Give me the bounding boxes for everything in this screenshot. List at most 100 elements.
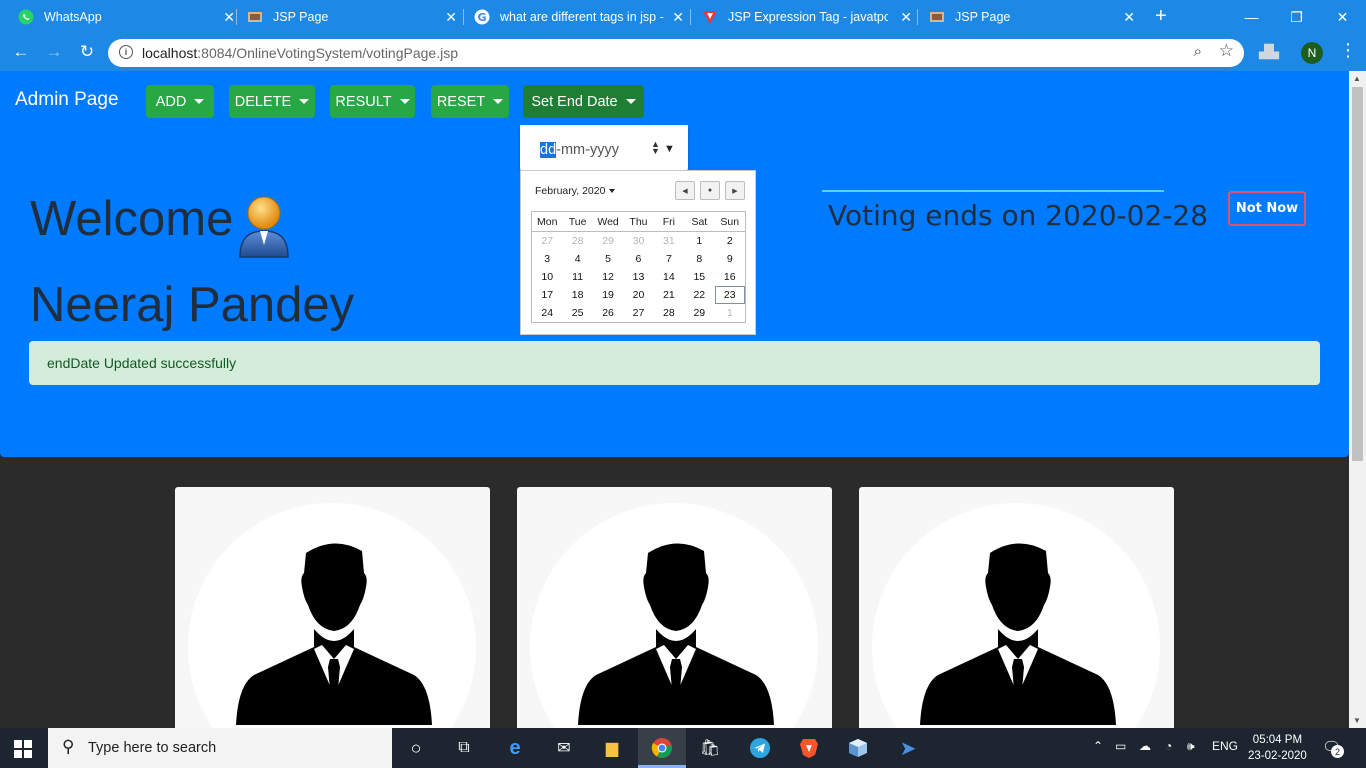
reload-icon[interactable]: ↻ (76, 42, 98, 62)
netbeans-icon[interactable]: ➤ (896, 736, 920, 760)
today-button[interactable]: ● (700, 181, 720, 200)
close-icon[interactable]: ✕ (672, 9, 684, 26)
calendar-day[interactable]: 26 (593, 304, 623, 322)
calendar-day[interactable]: 20 (623, 286, 653, 304)
chrome-icon[interactable] (650, 736, 674, 760)
scroll-up-icon[interactable]: ▲ (1353, 74, 1361, 83)
reset-dropdown-button[interactable]: RESET (431, 85, 509, 118)
calendar-day[interactable]: 28 (654, 304, 684, 322)
calendar-day[interactable]: 1 (715, 304, 745, 322)
file-explorer-icon[interactable]: ▆ (600, 736, 624, 760)
battery-icon[interactable]: ▭ (1115, 739, 1126, 753)
calendar-day[interactable]: 12 (593, 268, 623, 286)
calendar-day[interactable]: 10 (532, 268, 562, 286)
calendar-day[interactable]: 16 (715, 268, 745, 286)
calendar-day[interactable]: 17 (532, 286, 562, 304)
volume-icon[interactable]: 🕪 (1187, 739, 1195, 754)
windows-start-icon[interactable] (14, 740, 32, 758)
calendar-day[interactable]: 29 (684, 304, 714, 322)
close-icon[interactable]: ✕ (223, 9, 235, 26)
calendar-day[interactable]: 5 (593, 250, 623, 268)
minimize-button[interactable]: — (1229, 0, 1274, 34)
restore-button[interactable]: ❐ (1274, 0, 1319, 34)
delete-dropdown-button[interactable]: DELETE (229, 85, 315, 118)
calendar-day[interactable]: 29 (593, 232, 623, 250)
onedrive-icon[interactable]: ☁ (1139, 739, 1151, 753)
spinner-icon[interactable]: ▲ ▼ (651, 140, 660, 156)
calendar-dropdown-icon[interactable]: ▼ (664, 143, 675, 155)
calendar-day[interactable]: 30 (623, 232, 653, 250)
calendar-day[interactable]: 3 (532, 250, 562, 268)
set-end-date-dropdown-button[interactable]: Set End Date (523, 85, 644, 118)
info-icon[interactable]: i (119, 45, 133, 59)
calendar-day[interactable]: 24 (532, 304, 562, 322)
calendar-day[interactable]: 6 (623, 250, 653, 268)
calendar-day[interactable]: 15 (684, 268, 714, 286)
chevron-up-icon[interactable]: ⌃ (1093, 739, 1103, 753)
new-tab-button[interactable]: + (1155, 5, 1167, 28)
task-view-icon[interactable]: ⧉ (452, 736, 476, 760)
calendar-day[interactable]: 13 (623, 268, 653, 286)
scroll-down-icon[interactable]: ▼ (1353, 716, 1361, 725)
calendar-day[interactable]: 11 (562, 268, 592, 286)
bookmark-star-icon[interactable]: ☆ (1219, 41, 1234, 61)
store-icon[interactable]: 🛍 (698, 736, 722, 760)
close-icon[interactable]: ✕ (900, 9, 912, 26)
clock[interactable]: 05:04 PM 23-02-2020 (1248, 732, 1307, 764)
date-input[interactable]: dd-mm-yyyy (540, 142, 619, 158)
not-now-button[interactable]: Not Now (1228, 191, 1306, 226)
tab-javatpoint[interactable]: JSP Expression Tag - javatpoint ✕ (702, 0, 920, 34)
add-dropdown-button[interactable]: ADD (146, 85, 214, 118)
calendar-day[interactable]: 21 (654, 286, 684, 304)
close-icon[interactable]: ✕ (1123, 9, 1135, 26)
calendar-day[interactable]: 28 (562, 232, 592, 250)
telegram-icon[interactable] (748, 736, 772, 760)
page-scrollbar[interactable]: ▲ ▼ (1349, 71, 1366, 728)
navbar-brand[interactable]: Admin Page (15, 89, 119, 111)
calendar-day[interactable]: 23 (714, 286, 745, 304)
calendar-day[interactable]: 19 (593, 286, 623, 304)
brave-icon[interactable] (797, 736, 821, 760)
calendar-day[interactable]: 25 (562, 304, 592, 322)
calendar-day[interactable]: 14 (654, 268, 684, 286)
wifi-icon[interactable]: ◔ (1165, 739, 1172, 753)
back-arrow-icon[interactable]: ← (10, 42, 32, 62)
window-close-button[interactable]: ✕ (1320, 0, 1365, 34)
calendar-day[interactable]: 8 (684, 250, 714, 268)
result-dropdown-button[interactable]: RESULT (330, 85, 415, 118)
url-text[interactable]: localhost:8084/OnlineVotingSystem/voting… (142, 45, 458, 61)
calendar-day[interactable]: 7 (654, 250, 684, 268)
tab-whatsapp[interactable]: WhatsApp ✕ (18, 0, 243, 34)
scrollbar-thumb[interactable] (1352, 87, 1363, 461)
prev-month-button[interactable]: ◀ (675, 181, 695, 200)
calendar-day[interactable]: 27 (532, 232, 562, 250)
calendar-day[interactable]: 31 (654, 232, 684, 250)
address-bar[interactable]: i localhost:8084/OnlineVotingSystem/voti… (108, 39, 1244, 67)
profile-avatar[interactable]: N (1301, 42, 1323, 64)
forward-arrow-icon[interactable]: → (43, 42, 65, 62)
calendar-day[interactable]: 2 (715, 232, 745, 250)
calendar-day[interactable]: 4 (562, 250, 592, 268)
notification-icon[interactable]: 🗨2 (1322, 738, 1344, 758)
taskbar-search-box[interactable]: ⚲ Type here to search (48, 728, 392, 768)
tab-jsp-page[interactable]: JSP Page ✕ (247, 0, 465, 34)
zoom-icon[interactable]: ⌕ (1194, 43, 1202, 60)
language-indicator[interactable]: ENG (1212, 739, 1238, 753)
date-day-segment[interactable]: dd (540, 142, 557, 158)
extension-icon[interactable]: ▟▙ (1259, 44, 1279, 60)
calendar-day[interactable]: 18 (562, 286, 592, 304)
calendar-day[interactable]: 1 (684, 232, 714, 250)
close-icon[interactable]: ✕ (445, 9, 457, 26)
calendar-day[interactable]: 22 (684, 286, 714, 304)
next-month-button[interactable]: ▶ (725, 181, 745, 200)
month-selector[interactable]: February, 2020 (535, 185, 616, 197)
tab-jsp-page-active[interactable]: JSP Page ✕ (929, 0, 1143, 34)
tab-google-search[interactable]: G what are different tags in jsp - ✕ (474, 0, 692, 34)
calendar-day[interactable]: 9 (715, 250, 745, 268)
virtualbox-icon[interactable] (846, 736, 870, 760)
calendar-day[interactable]: 27 (623, 304, 653, 322)
edge-icon[interactable]: e (503, 736, 527, 760)
mail-icon[interactable]: ✉ (552, 736, 576, 760)
date-rest-segment[interactable]: -mm-yyyy (556, 142, 619, 158)
cortana-icon[interactable]: ○ (404, 736, 428, 760)
